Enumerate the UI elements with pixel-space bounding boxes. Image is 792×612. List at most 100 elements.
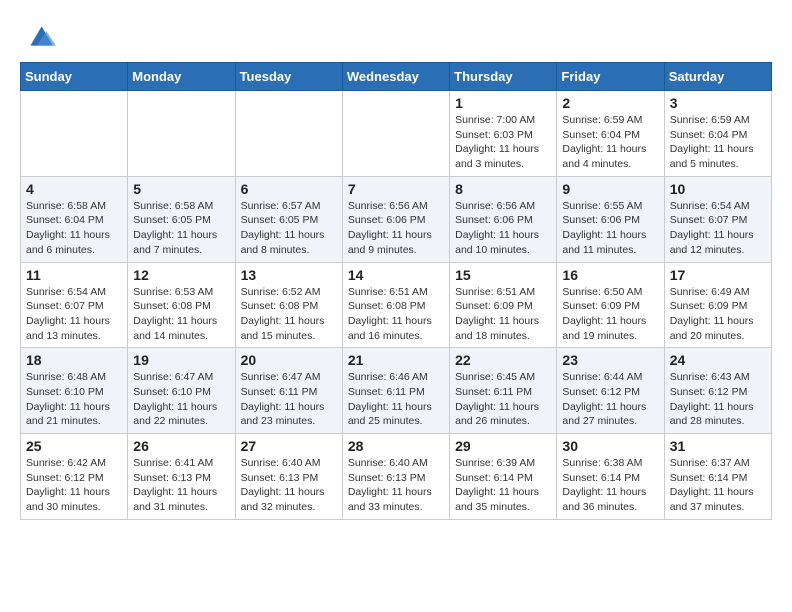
- day-number: 9: [562, 181, 658, 197]
- day-number: 14: [348, 267, 444, 283]
- day-cell: 2 Sunrise: 6:59 AMSunset: 6:04 PMDaylight…: [557, 91, 664, 177]
- day-cell: [21, 91, 128, 177]
- day-info: Sunrise: 6:42 AMSunset: 6:12 PMDaylight:…: [26, 456, 122, 515]
- day-info: Sunrise: 6:52 AMSunset: 6:08 PMDaylight:…: [241, 285, 337, 344]
- day-cell: [128, 91, 235, 177]
- week-row-2: 4 Sunrise: 6:58 AMSunset: 6:04 PMDaylight…: [21, 176, 772, 262]
- day-info: Sunrise: 6:54 AMSunset: 6:07 PMDaylight:…: [26, 285, 122, 344]
- day-info: Sunrise: 6:55 AMSunset: 6:06 PMDaylight:…: [562, 199, 658, 258]
- day-number: 17: [670, 267, 766, 283]
- day-info: Sunrise: 6:58 AMSunset: 6:05 PMDaylight:…: [133, 199, 229, 258]
- day-cell: 4 Sunrise: 6:58 AMSunset: 6:04 PMDaylight…: [21, 176, 128, 262]
- day-number: 15: [455, 267, 551, 283]
- week-row-4: 18Sunrise: 6:48 AMSunset: 6:10 PMDayligh…: [21, 348, 772, 434]
- day-cell: 1 Sunrise: 7:00 AMSunset: 6:03 PMDaylight…: [450, 91, 557, 177]
- days-of-week-row: SundayMondayTuesdayWednesdayThursdayFrid…: [21, 63, 772, 91]
- day-number: 7: [348, 181, 444, 197]
- day-of-week-tuesday: Tuesday: [235, 63, 342, 91]
- day-number: 3: [670, 95, 766, 111]
- day-cell: 10 Sunrise: 6:54 AMSunset: 6:07 PMDayligh…: [664, 176, 771, 262]
- day-cell: [342, 91, 449, 177]
- day-number: 28: [348, 438, 444, 454]
- day-number: 21: [348, 352, 444, 368]
- day-info: Sunrise: 6:56 AMSunset: 6:06 PMDaylight:…: [455, 199, 551, 258]
- logo-icon: [24, 20, 56, 52]
- day-cell: 30Sunrise: 6:38 AMSunset: 6:14 PMDayligh…: [557, 434, 664, 520]
- week-row-1: 1 Sunrise: 7:00 AMSunset: 6:03 PMDaylight…: [21, 91, 772, 177]
- day-cell: 18Sunrise: 6:48 AMSunset: 6:10 PMDayligh…: [21, 348, 128, 434]
- day-cell: 27Sunrise: 6:40 AMSunset: 6:13 PMDayligh…: [235, 434, 342, 520]
- day-info: Sunrise: 6:43 AMSunset: 6:12 PMDaylight:…: [670, 370, 766, 429]
- day-number: 6: [241, 181, 337, 197]
- day-number: 25: [26, 438, 122, 454]
- day-of-week-saturday: Saturday: [664, 63, 771, 91]
- day-number: 2: [562, 95, 658, 111]
- day-number: 1: [455, 95, 551, 111]
- day-info: Sunrise: 6:51 AMSunset: 6:08 PMDaylight:…: [348, 285, 444, 344]
- day-info: Sunrise: 6:58 AMSunset: 6:04 PMDaylight:…: [26, 199, 122, 258]
- calendar: SundayMondayTuesdayWednesdayThursdayFrid…: [20, 62, 772, 520]
- week-row-5: 25 Sunrise: 6:42 AMSunset: 6:12 PMDayligh…: [21, 434, 772, 520]
- day-info: Sunrise: 7:00 AMSunset: 6:03 PMDaylight:…: [455, 113, 551, 172]
- day-number: 11: [26, 267, 122, 283]
- day-cell: 9 Sunrise: 6:55 AMSunset: 6:06 PMDaylight…: [557, 176, 664, 262]
- day-of-week-sunday: Sunday: [21, 63, 128, 91]
- day-cell: 28 Sunrise: 6:40 AMSunset: 6:13 PMDayligh…: [342, 434, 449, 520]
- day-cell: 26 Sunrise: 6:41 AMSunset: 6:13 PMDayligh…: [128, 434, 235, 520]
- day-cell: 25 Sunrise: 6:42 AMSunset: 6:12 PMDayligh…: [21, 434, 128, 520]
- day-info: Sunrise: 6:59 AMSunset: 6:04 PMDaylight:…: [670, 113, 766, 172]
- day-number: 5: [133, 181, 229, 197]
- day-number: 4: [26, 181, 122, 197]
- day-cell: 20Sunrise: 6:47 AMSunset: 6:11 PMDayligh…: [235, 348, 342, 434]
- day-cell: 17 Sunrise: 6:49 AMSunset: 6:09 PMDayligh…: [664, 262, 771, 348]
- day-cell: 12Sunrise: 6:53 AMSunset: 6:08 PMDayligh…: [128, 262, 235, 348]
- day-cell: 13 Sunrise: 6:52 AMSunset: 6:08 PMDayligh…: [235, 262, 342, 348]
- day-cell: 31Sunrise: 6:37 AMSunset: 6:14 PMDayligh…: [664, 434, 771, 520]
- day-number: 26: [133, 438, 229, 454]
- day-cell: 24 Sunrise: 6:43 AMSunset: 6:12 PMDayligh…: [664, 348, 771, 434]
- day-cell: 14 Sunrise: 6:51 AMSunset: 6:08 PMDayligh…: [342, 262, 449, 348]
- day-info: Sunrise: 6:56 AMSunset: 6:06 PMDaylight:…: [348, 199, 444, 258]
- day-info: Sunrise: 6:51 AMSunset: 6:09 PMDaylight:…: [455, 285, 551, 344]
- day-cell: 3 Sunrise: 6:59 AMSunset: 6:04 PMDaylight…: [664, 91, 771, 177]
- day-cell: 29Sunrise: 6:39 AMSunset: 6:14 PMDayligh…: [450, 434, 557, 520]
- day-cell: 7 Sunrise: 6:56 AMSunset: 6:06 PMDaylight…: [342, 176, 449, 262]
- day-number: 13: [241, 267, 337, 283]
- day-cell: 21Sunrise: 6:46 AMSunset: 6:11 PMDayligh…: [342, 348, 449, 434]
- day-of-week-thursday: Thursday: [450, 63, 557, 91]
- day-info: Sunrise: 6:37 AMSunset: 6:14 PMDaylight:…: [670, 456, 766, 515]
- day-info: Sunrise: 6:57 AMSunset: 6:05 PMDaylight:…: [241, 199, 337, 258]
- day-of-week-friday: Friday: [557, 63, 664, 91]
- week-row-3: 11 Sunrise: 6:54 AMSunset: 6:07 PMDayligh…: [21, 262, 772, 348]
- day-number: 19: [133, 352, 229, 368]
- day-cell: 15 Sunrise: 6:51 AMSunset: 6:09 PMDayligh…: [450, 262, 557, 348]
- day-cell: 22Sunrise: 6:45 AMSunset: 6:11 PMDayligh…: [450, 348, 557, 434]
- day-cell: [235, 91, 342, 177]
- day-of-week-monday: Monday: [128, 63, 235, 91]
- page-header: [20, 20, 772, 52]
- day-number: 24: [670, 352, 766, 368]
- day-info: Sunrise: 6:45 AMSunset: 6:11 PMDaylight:…: [455, 370, 551, 429]
- day-cell: 11 Sunrise: 6:54 AMSunset: 6:07 PMDayligh…: [21, 262, 128, 348]
- calendar-header: SundayMondayTuesdayWednesdayThursdayFrid…: [21, 63, 772, 91]
- day-cell: 16 Sunrise: 6:50 AMSunset: 6:09 PMDayligh…: [557, 262, 664, 348]
- day-number: 27: [241, 438, 337, 454]
- day-cell: 23Sunrise: 6:44 AMSunset: 6:12 PMDayligh…: [557, 348, 664, 434]
- day-number: 18: [26, 352, 122, 368]
- day-number: 10: [670, 181, 766, 197]
- day-number: 16: [562, 267, 658, 283]
- day-info: Sunrise: 6:40 AMSunset: 6:13 PMDaylight:…: [348, 456, 444, 515]
- day-info: Sunrise: 6:41 AMSunset: 6:13 PMDaylight:…: [133, 456, 229, 515]
- day-cell: 5 Sunrise: 6:58 AMSunset: 6:05 PMDaylight…: [128, 176, 235, 262]
- day-info: Sunrise: 6:47 AMSunset: 6:10 PMDaylight:…: [133, 370, 229, 429]
- day-info: Sunrise: 6:39 AMSunset: 6:14 PMDaylight:…: [455, 456, 551, 515]
- day-info: Sunrise: 6:50 AMSunset: 6:09 PMDaylight:…: [562, 285, 658, 344]
- logo: [20, 20, 56, 52]
- day-info: Sunrise: 6:49 AMSunset: 6:09 PMDaylight:…: [670, 285, 766, 344]
- day-cell: 19 Sunrise: 6:47 AMSunset: 6:10 PMDayligh…: [128, 348, 235, 434]
- day-cell: 6 Sunrise: 6:57 AMSunset: 6:05 PMDaylight…: [235, 176, 342, 262]
- day-info: Sunrise: 6:59 AMSunset: 6:04 PMDaylight:…: [562, 113, 658, 172]
- day-info: Sunrise: 6:54 AMSunset: 6:07 PMDaylight:…: [670, 199, 766, 258]
- day-cell: 8Sunrise: 6:56 AMSunset: 6:06 PMDaylight…: [450, 176, 557, 262]
- day-number: 12: [133, 267, 229, 283]
